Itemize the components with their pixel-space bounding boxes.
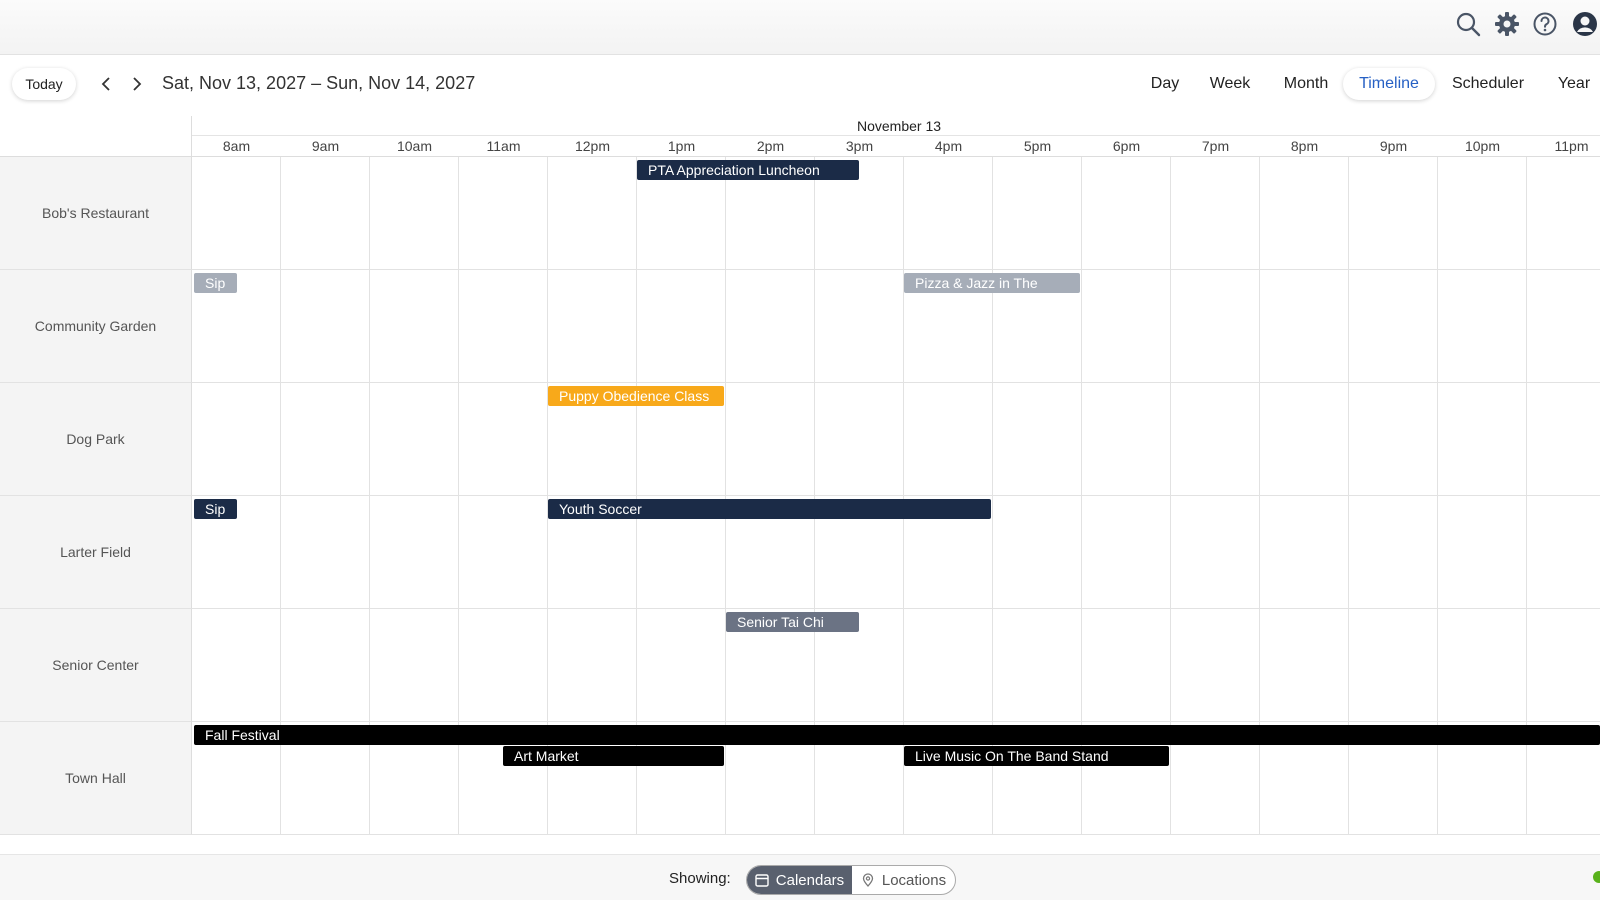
tab-week[interactable]: Week [1202, 68, 1258, 100]
hour-label: 11am [486, 138, 521, 154]
resource-larter-field: Larter Field [0, 496, 192, 609]
tab-timeline[interactable]: Timeline [1343, 68, 1435, 100]
event-sip-community-garden[interactable]: Sip [194, 273, 237, 293]
hour-label: 7pm [1201, 138, 1230, 154]
hour-label: 3pm [845, 138, 874, 154]
showing-label: Showing: [669, 870, 731, 887]
event-sip-larter-field[interactable]: Sip [194, 499, 237, 519]
calendars-label: Calendars [775, 871, 845, 889]
locations-toggle-button[interactable]: Locations [852, 866, 955, 894]
event-art-market[interactable]: Art Market [503, 746, 724, 766]
footer-bar: Showing: Calendars Locations [0, 854, 1600, 900]
help-icon[interactable] [1532, 11, 1558, 37]
showing-toggle: Calendars Locations [746, 865, 956, 895]
resource-community-garden: Community Garden [0, 270, 192, 383]
user-icon[interactable] [1572, 11, 1598, 37]
hour-label: 6pm [1112, 138, 1141, 154]
tab-year[interactable]: Year [1552, 68, 1596, 100]
hour-label: 2pm [756, 138, 785, 154]
locations-label: Locations [881, 871, 947, 889]
gear-icon[interactable] [1494, 11, 1520, 37]
event-puppy-obedience-class[interactable]: Puppy Obedience Class [548, 386, 724, 406]
hour-label: 9am [311, 138, 340, 154]
hour-label: 8am [222, 138, 251, 154]
event-live-music-band-stand[interactable]: Live Music On The Band Stand [904, 746, 1169, 766]
tab-day[interactable]: Day [1140, 68, 1190, 100]
event-fall-festival[interactable]: Fall Festival [194, 725, 1600, 745]
hour-label: 1pm [667, 138, 696, 154]
hour-label: 5pm [1023, 138, 1052, 154]
date-header: November 13 [192, 116, 1600, 136]
chevron-right-icon[interactable] [125, 70, 149, 98]
hour-header-row: 8am 9am 10am 11am 12pm 1pm 2pm 3pm 4pm 5… [192, 136, 1600, 157]
hour-label: 4pm [934, 138, 963, 154]
tab-month[interactable]: Month [1276, 68, 1336, 100]
calendar-toolbar: Today Sat, Nov 13, 2027 – Sun, Nov 14, 2… [0, 56, 1600, 114]
location-pin-icon [862, 873, 874, 887]
resource-dog-park: Dog Park [0, 383, 192, 496]
event-senior-tai-chi[interactable]: Senior Tai Chi [726, 612, 859, 632]
resource-bobs-restaurant: Bob's Restaurant [0, 157, 192, 270]
search-icon[interactable] [1455, 11, 1481, 37]
today-button[interactable]: Today [12, 68, 76, 100]
resource-header-corner [0, 116, 192, 157]
hour-label: 9pm [1379, 138, 1408, 154]
hour-label: 12pm [574, 138, 611, 154]
date-header-label: November 13 [857, 118, 942, 134]
date-range-title: Sat, Nov 13, 2027 – Sun, Nov 14, 2027 [162, 73, 476, 93]
calendars-toggle-button[interactable]: Calendars [747, 866, 852, 894]
event-youth-soccer[interactable]: Youth Soccer [548, 499, 991, 519]
resource-town-hall: Town Hall [0, 722, 192, 835]
hour-label: 8pm [1290, 138, 1319, 154]
event-pta-appreciation-luncheon[interactable]: PTA Appreciation Luncheon [637, 160, 859, 180]
chevron-left-icon[interactable] [94, 70, 118, 98]
hour-label: 11pm [1554, 138, 1589, 154]
tab-scheduler[interactable]: Scheduler [1446, 68, 1530, 100]
hour-label: 10am [396, 138, 433, 154]
hour-label: 10pm [1464, 138, 1501, 154]
app-header [0, 0, 1600, 55]
status-indicator [1593, 871, 1600, 883]
calendar-icon [755, 874, 769, 887]
timeline-grid[interactable]: PTA Appreciation Luncheon Sip Pizza & Ja… [192, 157, 1600, 835]
resource-senior-center: Senior Center [0, 609, 192, 722]
event-pizza-jazz[interactable]: Pizza & Jazz in The [904, 273, 1080, 293]
